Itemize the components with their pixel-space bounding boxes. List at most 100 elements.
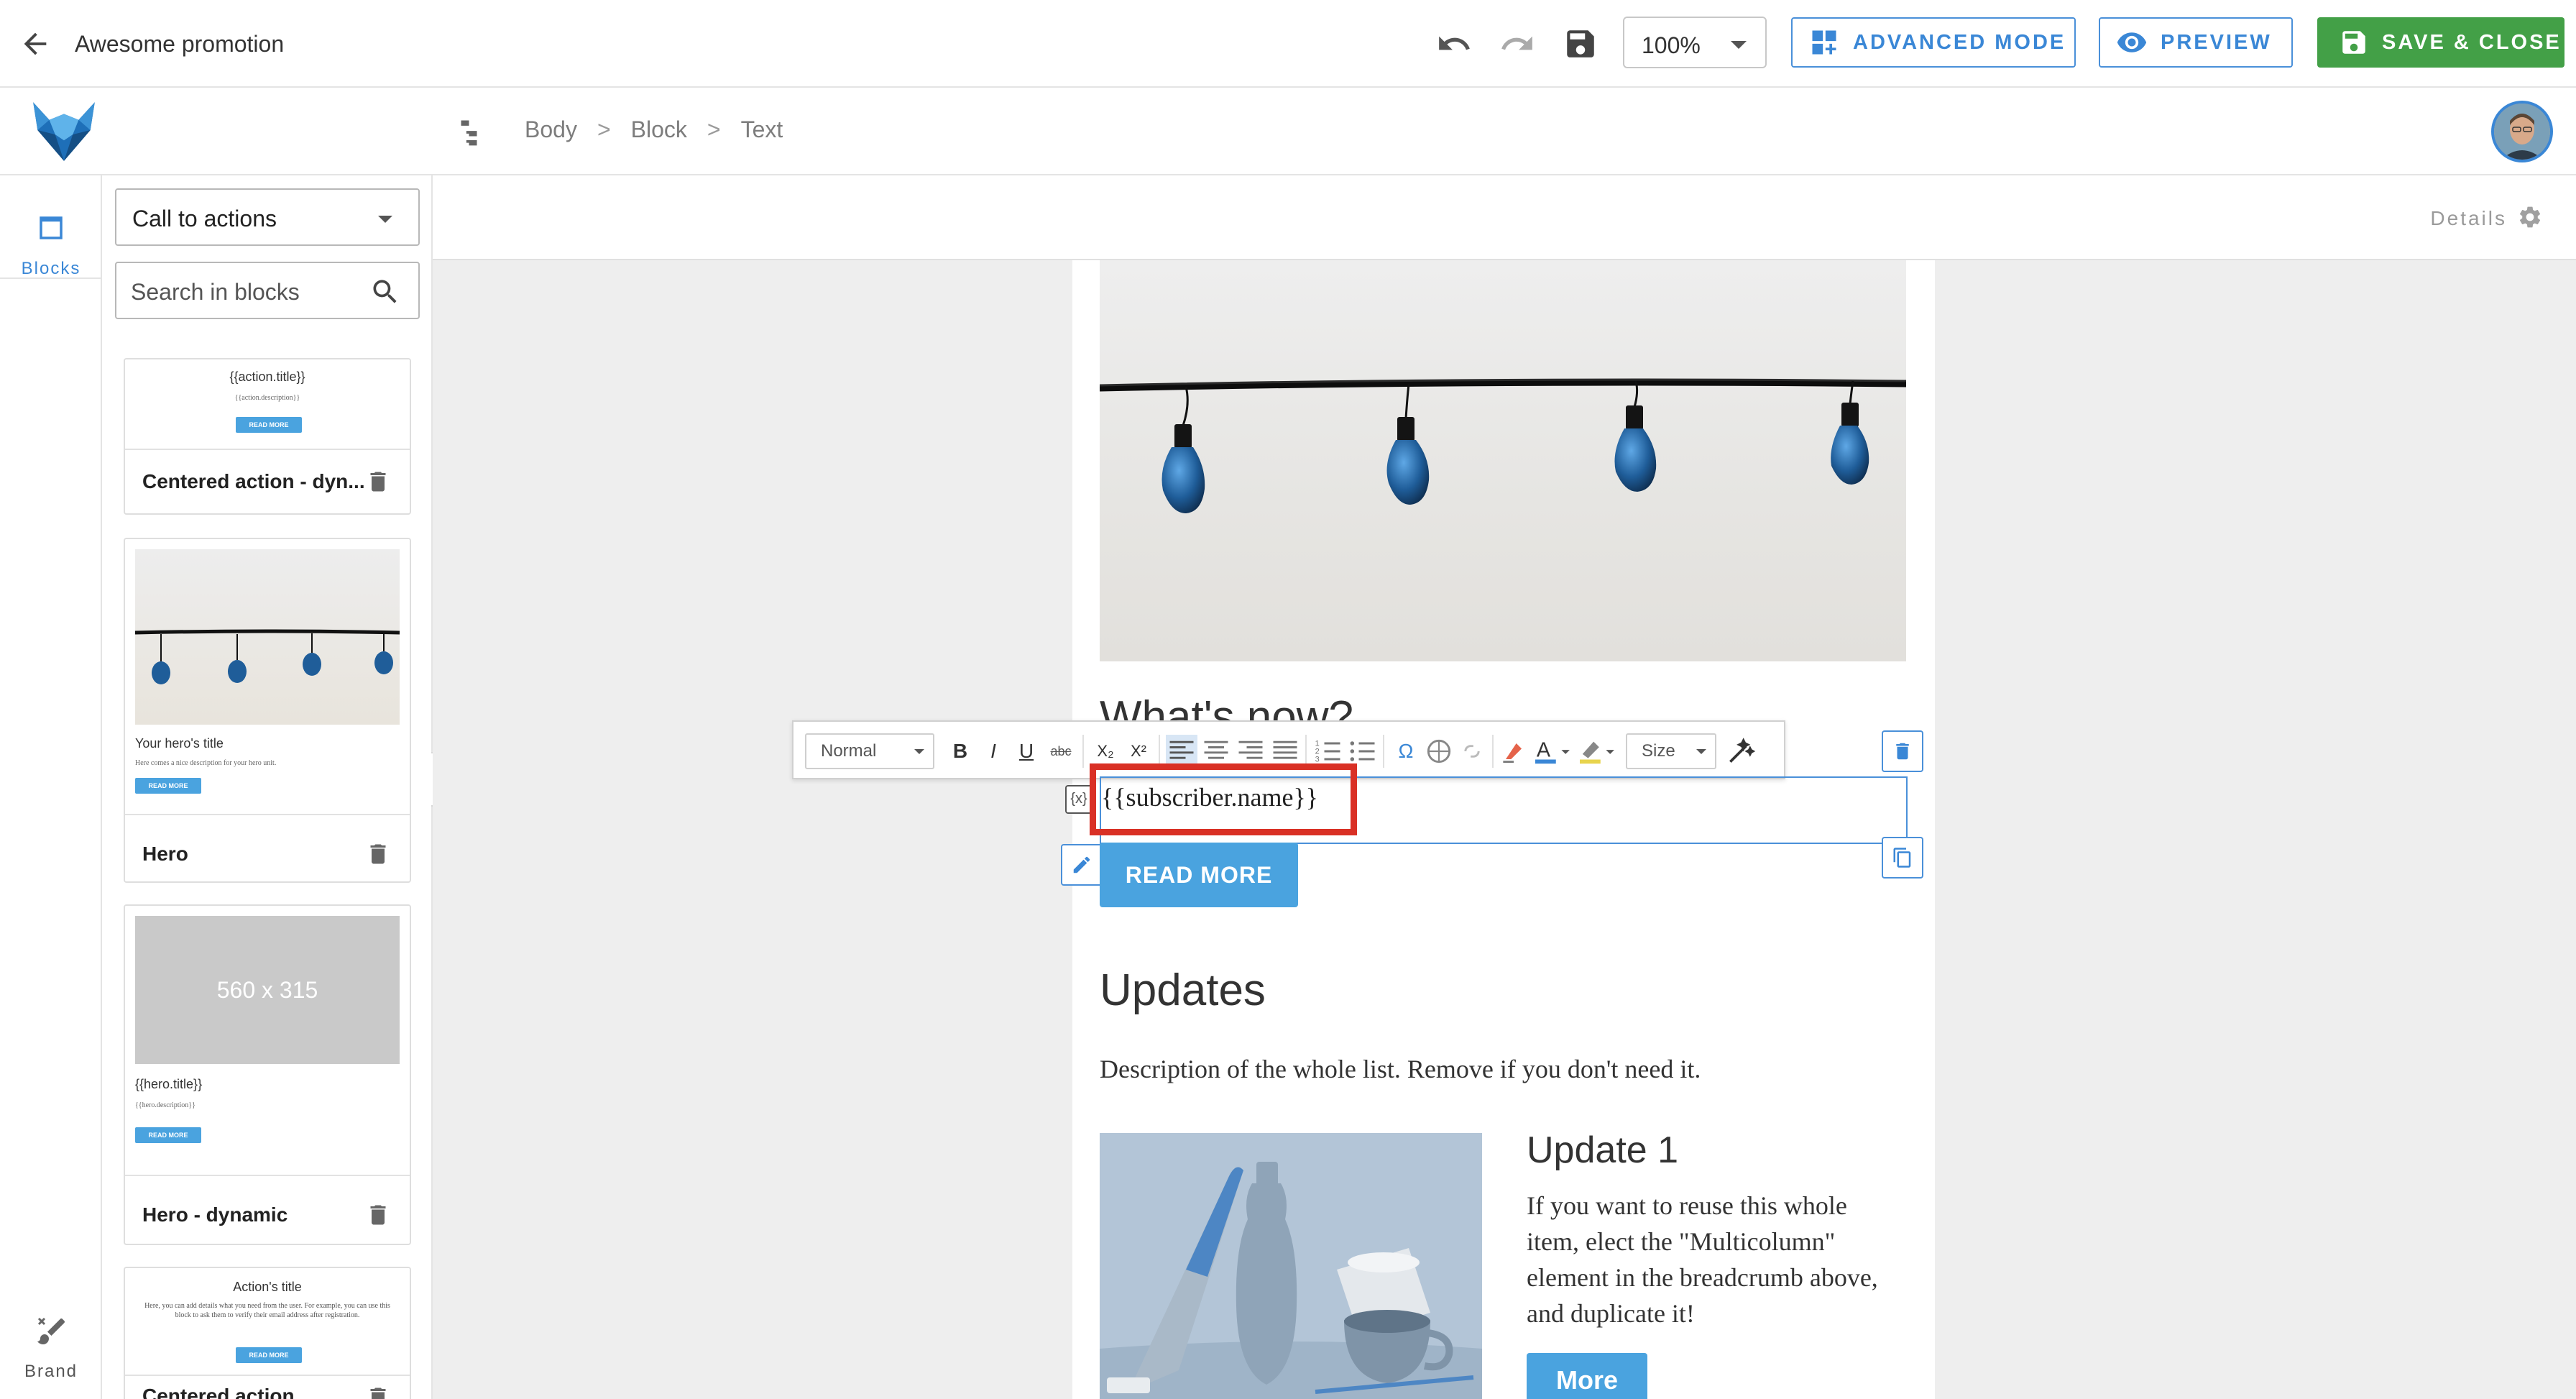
block-name: Centered action - dyn...: [142, 470, 365, 492]
unlink-icon[interactable]: [1456, 735, 1488, 768]
gear-icon[interactable]: [2517, 204, 2543, 230]
redo-icon[interactable]: [1499, 26, 1535, 62]
save-close-label: SAVE & CLOSE: [2382, 30, 2562, 54]
strikethrough-button[interactable]: abc: [1045, 735, 1077, 768]
block-preview: Your hero's title Here comes a nice desc…: [125, 539, 410, 815]
clear-format-icon[interactable]: [1498, 735, 1530, 768]
preview-title: Action's title: [233, 1280, 302, 1294]
block-card[interactable]: Action's title Here, you can add details…: [124, 1267, 411, 1399]
updates-heading[interactable]: Updates: [1100, 965, 1266, 1016]
preview-title: Your hero's title: [135, 736, 224, 751]
document-title: Awesome promotion: [75, 31, 285, 57]
underline-button[interactable]: U: [1011, 735, 1042, 768]
search-icon[interactable]: [369, 276, 401, 308]
update-text[interactable]: If you want to reuse this whole item, el…: [1527, 1188, 1900, 1331]
zoom-value: 100%: [1642, 32, 1701, 58]
eye-icon: [2117, 32, 2147, 52]
more-button[interactable]: More: [1527, 1353, 1647, 1399]
updates-description[interactable]: Description of the whole list. Remove if…: [1100, 1054, 1701, 1084]
breadcrumb-body[interactable]: Body: [525, 116, 577, 143]
search-input[interactable]: [131, 276, 368, 308]
nav-brand-label: Brand: [24, 1362, 78, 1381]
divider: [1383, 735, 1384, 768]
trash-icon[interactable]: [365, 467, 391, 496]
bold-button[interactable]: B: [944, 735, 976, 768]
top-bar: Awesome promotion 100% ADVANCED MODE PRE…: [0, 0, 2576, 88]
block-preview: {{action.title}} {{action.description}} …: [125, 359, 410, 450]
details-label[interactable]: Details: [2430, 207, 2507, 230]
block-preview: Action's title Here, you can add details…: [125, 1268, 410, 1376]
magic-wand-icon[interactable]: [1725, 735, 1757, 768]
size-value: Size: [1642, 741, 1675, 761]
editor-canvas: Details What's now? Normal B I U abc X₂ …: [433, 175, 2576, 1399]
lightbulbs-image: [135, 549, 400, 725]
svg-text:A: A: [1537, 739, 1551, 762]
format-value: Normal: [821, 741, 877, 761]
divider: [0, 277, 102, 279]
search-box: [115, 262, 420, 319]
preview-description: {{action.description}}: [234, 394, 300, 402]
duplicate-block-button[interactable]: [1882, 837, 1923, 879]
copy-icon: [1893, 848, 1911, 868]
details-bar: Details: [433, 175, 2576, 260]
preview-button: READ MORE: [236, 417, 302, 433]
preview-label: PREVIEW: [2161, 30, 2272, 54]
save-icon: [2342, 31, 2365, 54]
avatar-photo: [2494, 104, 2550, 160]
highlight-box: [1090, 763, 1357, 835]
trash-icon[interactable]: [365, 1201, 391, 1229]
block-preview: 560 x 315 {{hero.title}} {{hero.descript…: [125, 906, 410, 1176]
chevron-down-icon: [1731, 41, 1747, 49]
text-color-icon[interactable]: A: [1532, 735, 1571, 768]
save-close-button[interactable]: SAVE & CLOSE: [2317, 17, 2564, 68]
link-icon[interactable]: [1423, 735, 1455, 768]
breadcrumb-block[interactable]: Block: [631, 116, 687, 143]
block-card[interactable]: 560 x 315 {{hero.title}} {{hero.descript…: [124, 904, 411, 1245]
preview-button: READ MORE: [236, 1347, 302, 1363]
blocks-panel: Call to actions {{action.title}} {{actio…: [102, 175, 433, 1399]
italic-button[interactable]: I: [978, 735, 1009, 768]
special-char-button[interactable]: Ω: [1390, 735, 1422, 768]
back-arrow-icon[interactable]: [19, 27, 52, 60]
trash-icon: [1896, 743, 1909, 760]
trash-icon[interactable]: [365, 1383, 391, 1399]
preview-title: {{hero.title}}: [135, 1077, 203, 1091]
nav-blocks[interactable]: Blocks: [0, 193, 102, 279]
undo-icon[interactable]: [1436, 26, 1472, 62]
preview-title: {{action.title}}: [229, 370, 305, 384]
chevron-down-icon: [1696, 749, 1706, 754]
highlight-color-icon[interactable]: [1577, 735, 1616, 768]
tree-icon[interactable]: [457, 116, 489, 148]
update-title[interactable]: Update 1: [1527, 1129, 1678, 1172]
svg-text:3: 3: [1315, 756, 1320, 764]
breadcrumb: Body > Block > Text: [525, 116, 783, 143]
preview-description: Here, you can add details what you need …: [144, 1302, 390, 1319]
block-name: Centered action: [142, 1385, 295, 1399]
preview-button[interactable]: PREVIEW: [2099, 17, 2293, 68]
breadcrumb-text[interactable]: Text: [741, 116, 783, 143]
preview-description: {{hero.description}}: [135, 1101, 196, 1109]
block-name: Hero: [142, 843, 188, 865]
advanced-mode-button[interactable]: ADVANCED MODE: [1791, 17, 2076, 68]
zoom-select[interactable]: 100%: [1623, 17, 1767, 68]
preview-button: READ MORE: [135, 778, 201, 794]
kitchen-objects-image[interactable]: [1100, 1133, 1482, 1399]
read-more-button[interactable]: READ MORE: [1100, 843, 1298, 907]
block-name: Hero - dynamic: [142, 1203, 288, 1226]
variable-icon[interactable]: {x}: [1065, 785, 1092, 814]
save-icon[interactable]: [1563, 26, 1598, 62]
block-card[interactable]: {{action.title}} {{action.description}} …: [124, 358, 411, 515]
avatar[interactable]: [2491, 101, 2553, 162]
pencil-icon: [1073, 856, 1090, 873]
lightbulbs-hero-image[interactable]: [1100, 260, 1906, 661]
trash-icon[interactable]: [365, 840, 391, 868]
block-card[interactable]: Your hero's title Here comes a nice desc…: [124, 538, 411, 883]
category-select[interactable]: Call to actions: [115, 188, 420, 246]
format-select[interactable]: Normal: [805, 733, 934, 769]
chevron-down-icon: [914, 749, 924, 754]
size-select[interactable]: Size: [1626, 733, 1716, 769]
edit-block-button[interactable]: [1061, 844, 1103, 886]
divider: [1082, 735, 1084, 768]
delete-block-button[interactable]: [1882, 730, 1923, 772]
layout-icon: [1812, 30, 1836, 55]
